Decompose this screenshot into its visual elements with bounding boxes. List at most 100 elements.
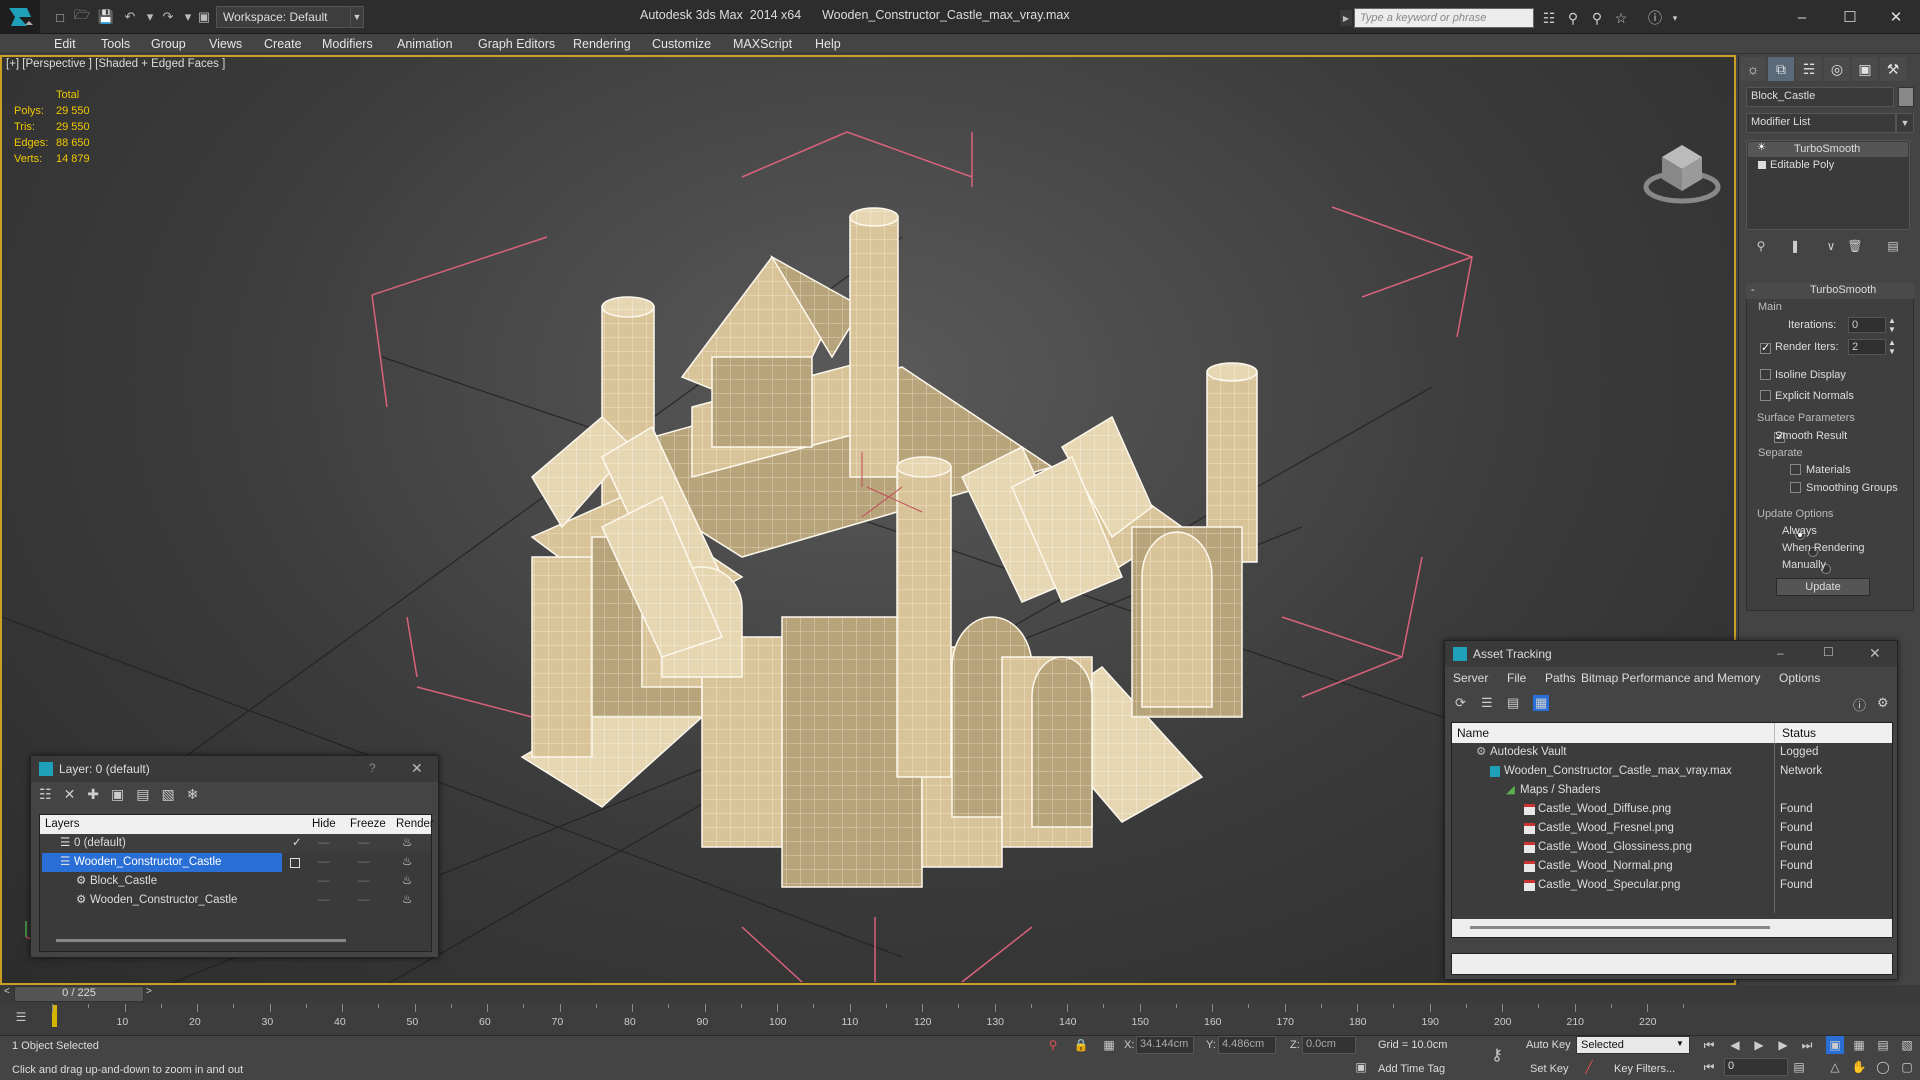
help-icon[interactable]: ⓘ [1853, 695, 1866, 714]
spinner-arrows-icon[interactable]: ▲ ▼ [1888, 316, 1896, 334]
iterations-spinner[interactable]: 0 [1848, 317, 1886, 333]
stack-item-turbosmooth[interactable]: ☀ TurboSmooth [1748, 142, 1908, 157]
app-logo-icon[interactable] [0, 0, 40, 34]
add-time-tag[interactable]: Add Time Tag [1378, 1063, 1445, 1075]
key-filters-button[interactable]: Key Filters... [1614, 1063, 1675, 1075]
col-hide[interactable]: Hide [312, 818, 336, 830]
at-menu-bitmap-performance[interactable]: Bitmap Performance and Memory [1581, 671, 1760, 685]
render-teapot-icon[interactable]: ♨ [402, 853, 412, 872]
detail-view-icon[interactable]: ▤ [1507, 695, 1519, 711]
hide-all-icon[interactable]: ▧ [162, 786, 175, 806]
viewport-label[interactable]: [+] [Perspective ] [Shaded + Edged Faces… [6, 58, 225, 70]
spinner-arrows-icon[interactable]: ▲ ▼ [1888, 338, 1896, 356]
hide-toggle[interactable]: — [318, 891, 330, 910]
materials-checkbox[interactable] [1790, 464, 1801, 475]
asset-row[interactable]: Castle_Wood_Specular.png Found [1452, 876, 1892, 895]
col-layers[interactable]: Layers [45, 818, 80, 830]
render-teapot-icon[interactable]: ♨ [402, 891, 412, 910]
redo-icon[interactable]: ↷ [158, 8, 178, 26]
freeze-toggle[interactable]: — [358, 853, 370, 872]
freeze-all-icon[interactable]: ❄ [187, 786, 199, 806]
set-key-button[interactable]: Set Key [1530, 1063, 1569, 1075]
menu-modifiers[interactable]: Modifiers [322, 34, 373, 54]
at-menu-options[interactable]: Options [1779, 671, 1820, 685]
new-layer-icon[interactable]: ☷ [39, 786, 52, 806]
save-icon[interactable]: 💾 [96, 8, 116, 26]
menu-customize[interactable]: Customize [652, 34, 711, 54]
subscription-icon[interactable]: ⚲ [1564, 9, 1582, 27]
mini-curve-editor-icon[interactable]: ☰ [12, 1008, 30, 1026]
menu-edit[interactable]: Edit [54, 34, 76, 54]
isoline-display-checkbox[interactable] [1760, 369, 1771, 380]
horizontal-scrollbar[interactable] [56, 939, 346, 942]
communication-icon[interactable]: ⚲ [1588, 9, 1606, 27]
col-render[interactable]: Render [396, 818, 434, 830]
asset-row[interactable]: Castle_Wood_Fresnel.png Found [1452, 819, 1892, 838]
motion-tab-icon[interactable]: ◎ [1824, 57, 1850, 81]
hide-toggle[interactable]: — [318, 853, 330, 872]
menu-animation[interactable]: Animation [397, 34, 453, 54]
menu-group[interactable]: Group [151, 34, 186, 54]
menu-maxscript[interactable]: MAXScript [733, 34, 792, 54]
hierarchy-tab-icon[interactable]: ☵ [1796, 57, 1822, 81]
refresh-icon[interactable]: ⟳ [1455, 695, 1466, 711]
render-iters-checkbox[interactable] [1760, 341, 1771, 355]
chevron-down-icon[interactable]: ▼ [1896, 113, 1914, 133]
layer-dialog-titlebar[interactable]: Layer: 0 (default) [31, 756, 438, 782]
hide-toggle[interactable]: — [318, 872, 330, 891]
maximize-button[interactable]: ☐ [1823, 645, 1834, 659]
render-iters-spinner[interactable]: 2 [1848, 339, 1886, 355]
settings-icon[interactable]: ⚙ [1877, 695, 1889, 711]
help-dropdown-icon[interactable]: ▾ [1666, 9, 1684, 27]
zoom-all-icon[interactable]: ▦ [1850, 1036, 1868, 1054]
hide-toggle[interactable]: — [318, 834, 330, 853]
asset-path-field[interactable] [1451, 953, 1893, 975]
layer-row[interactable]: ☰ Wooden_Constructor_Castle — — ♨ [40, 853, 431, 872]
layer-object-row[interactable]: ⚙ Wooden_Constructor_Castle — — ♨ [40, 891, 431, 910]
maximize-viewport-icon[interactable]: ▢ [1898, 1058, 1916, 1076]
time-config-icon[interactable]: ▤ [1790, 1058, 1808, 1076]
col-name[interactable]: Name [1457, 726, 1489, 740]
go-to-start-icon[interactable]: ⏮ [1700, 1036, 1718, 1054]
explicit-normals-checkbox[interactable] [1760, 390, 1771, 401]
render-teapot-icon[interactable]: ♨ [402, 834, 412, 853]
table-view-icon[interactable]: ▦ [1533, 695, 1550, 711]
close-button[interactable]: ✕ [1876, 6, 1916, 28]
close-icon[interactable]: ✕ [1869, 645, 1881, 662]
next-frame-icon[interactable]: ▶ [1774, 1036, 1792, 1054]
key-filter-dropdown[interactable]: Selected [1576, 1036, 1690, 1054]
field-of-view-icon[interactable]: △ [1826, 1058, 1844, 1076]
menu-graph-editors[interactable]: Graph Editors [478, 34, 555, 54]
time-tag-icon[interactable]: ▣ [1352, 1058, 1370, 1076]
freeze-toggle[interactable]: — [358, 834, 370, 853]
add-to-layer-icon[interactable]: ✚ [87, 786, 99, 806]
asset-row[interactable]: Castle_Wood_Normal.png Found [1452, 857, 1892, 876]
menu-tools[interactable]: Tools [101, 34, 130, 54]
col-freeze[interactable]: Freeze [350, 818, 386, 830]
configure-sets-icon[interactable]: ▤ [1884, 237, 1902, 255]
absolute-mode-icon[interactable]: ▦ [1100, 1036, 1118, 1054]
help-icon[interactable]: ? [369, 761, 376, 775]
freeze-toggle[interactable]: — [358, 872, 370, 891]
time-next-icon[interactable]: > [146, 986, 152, 997]
object-name-field[interactable]: Block_Castle [1746, 87, 1894, 107]
asset-row[interactable]: ◢ Maps / Shaders [1452, 781, 1892, 800]
show-end-result-icon[interactable]: ❚ [1786, 237, 1804, 255]
z-coordinate-field[interactable]: 0.0cm [1302, 1036, 1356, 1054]
modify-tab-icon[interactable]: ⧉ [1768, 57, 1794, 81]
maximize-button[interactable]: ☐ [1830, 6, 1870, 28]
smoothing-groups-checkbox[interactable] [1790, 482, 1801, 493]
menu-help[interactable]: Help [815, 34, 841, 54]
horizontal-scrollbar[interactable] [1452, 919, 1892, 937]
play-icon[interactable]: ▶ [1750, 1036, 1768, 1054]
lightbulb-icon[interactable]: ☀ [1757, 142, 1766, 153]
asset-row[interactable]: Castle_Wood_Diffuse.png Found [1452, 800, 1892, 819]
new-file-icon[interactable]: □ [50, 8, 70, 26]
lock-selection-icon[interactable]: 🔒 [1072, 1036, 1090, 1054]
remove-modifier-icon[interactable]: 🗑 [1846, 237, 1864, 255]
list-view-icon[interactable]: ☰ [1481, 695, 1493, 711]
object-color-swatch[interactable] [1898, 87, 1914, 107]
select-objects-icon[interactable]: ▣ [111, 786, 124, 806]
workspace-dropdown[interactable]: Workspace: Default [216, 6, 362, 28]
open-file-icon[interactable]: 🗁 [72, 7, 92, 26]
